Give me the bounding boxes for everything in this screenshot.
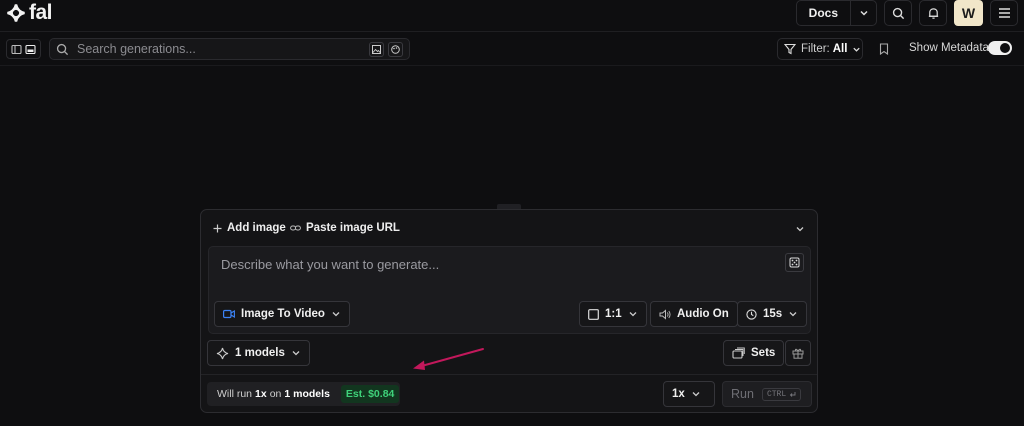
chevron-down-icon [291, 348, 301, 358]
duration-label: 15s [763, 308, 783, 320]
brand-name: fal [29, 1, 53, 24]
audio-toggle-button[interactable]: Audio On [650, 301, 738, 327]
chevron-down-icon [788, 309, 798, 319]
run-label: Run [731, 387, 754, 401]
audio-label: Audio On [677, 308, 729, 320]
cost-estimate-badge: Est. $0.84 [340, 385, 400, 403]
run-button[interactable]: Run CTRL [722, 381, 812, 407]
plus-icon [213, 224, 222, 233]
layout-toggle [6, 39, 41, 59]
run-middle: on [269, 388, 282, 400]
aspect-ratio-dropdown[interactable]: 1:1 [579, 301, 647, 327]
link-icon [290, 224, 301, 232]
random-prompt-icon[interactable] [785, 253, 804, 272]
multiplier-dropdown[interactable]: 1x [663, 381, 715, 407]
sidebar-layout-icon[interactable] [11, 44, 22, 55]
aspect-ratio-label: 1:1 [605, 308, 622, 320]
prompt-area: Image To Video 1:1 Audio On 15s [208, 246, 811, 334]
main-menu-button[interactable] [990, 0, 1018, 26]
add-image-button[interactable]: Add image [213, 222, 286, 234]
gift-button[interactable] [785, 340, 811, 366]
clock-icon [746, 308, 757, 320]
speaker-icon [659, 308, 671, 320]
sets-button[interactable]: Sets [723, 340, 785, 366]
docs-button[interactable]: Docs [797, 1, 850, 25]
paste-url-label: Paste image URL [306, 222, 400, 234]
hamburger-icon [998, 7, 1011, 19]
models-dropdown[interactable]: 1 models [207, 340, 310, 366]
chevron-down-icon [691, 389, 701, 399]
collapse-panel-icon[interactable] [795, 224, 805, 234]
gift-icon [792, 347, 804, 359]
bookmark-icon[interactable] [879, 43, 889, 55]
shortcut-label: CTRL [766, 389, 787, 399]
panel-layout-icon[interactable] [25, 44, 36, 55]
chevron-down-icon [628, 309, 638, 319]
sets-label: Sets [751, 347, 776, 359]
search-input[interactable] [69, 39, 365, 59]
generation-composer: Add image Paste image URL Image To Video [200, 209, 818, 413]
panel-divider [201, 374, 817, 375]
paste-image-url-button[interactable]: Paste image URL [290, 222, 400, 234]
run-models: 1 models [284, 388, 330, 400]
top-bar: fal Docs W [0, 0, 1024, 32]
palette-icon[interactable] [388, 41, 403, 57]
video-icon [223, 309, 235, 319]
chevron-down-icon [331, 309, 341, 319]
chevron-down-icon [859, 8, 869, 18]
model-icon [216, 347, 229, 360]
docs-menu: Docs [795, 0, 877, 26]
keyboard-shortcut: CTRL [761, 387, 802, 401]
search-icon [892, 7, 905, 20]
docs-dropdown-button[interactable] [850, 1, 876, 25]
run-summary: Will run 1x on 1 models Est. $0.84 [207, 382, 400, 406]
brand-logo[interactable]: fal [6, 1, 53, 24]
multiplier-label: 1x [672, 388, 685, 400]
enter-key-icon [789, 391, 796, 398]
filter-dropdown[interactable]: Filter: All [777, 38, 863, 60]
prompt-input[interactable] [221, 257, 761, 272]
stack-icon [732, 347, 745, 359]
image-search-icon[interactable] [369, 41, 384, 57]
chevron-down-icon [852, 45, 861, 54]
user-avatar[interactable]: W [954, 0, 983, 26]
filter-value: All [832, 43, 848, 55]
run-prefix: Will run [217, 388, 253, 400]
search-generations [49, 38, 410, 60]
bell-icon [927, 7, 940, 20]
show-metadata-label: Show Metadata [909, 42, 989, 54]
run-count: 1x [255, 388, 267, 400]
mode-label: Image To Video [241, 308, 325, 320]
duration-dropdown[interactable]: 15s [737, 301, 808, 327]
filter-label: Filter: [801, 43, 830, 55]
search-icon [56, 43, 69, 56]
notifications-button[interactable] [919, 0, 947, 26]
gallery-toolbar: Filter: All Show Metadata [0, 32, 1024, 66]
square-icon [588, 308, 599, 320]
show-metadata-toggle[interactable] [988, 41, 1012, 55]
search-button[interactable] [884, 0, 912, 26]
add-image-label: Add image [227, 222, 286, 234]
models-label: 1 models [235, 347, 285, 359]
mode-dropdown[interactable]: Image To Video [214, 301, 350, 327]
fal-logo-icon [6, 3, 26, 23]
toggle-knob [1000, 43, 1010, 53]
funnel-icon [784, 43, 796, 55]
